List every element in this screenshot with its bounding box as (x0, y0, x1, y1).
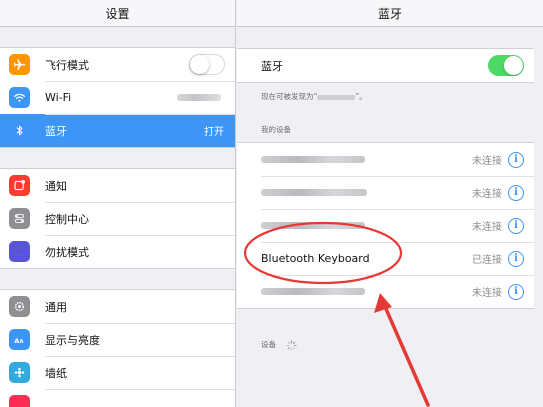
sidebar-item-do-not-disturb[interactable]: 勿扰模式 (0, 235, 235, 268)
svg-text:A: A (20, 339, 24, 345)
device-row[interactable]: 未连接 i (237, 143, 534, 176)
gear-icon (9, 296, 30, 317)
app-icon (9, 395, 30, 407)
info-icon[interactable]: i (508, 283, 524, 300)
devices-header: 设备 (237, 339, 543, 351)
moon-icon (9, 241, 30, 262)
sidebar-item-label: 勿扰模式 (45, 245, 89, 259)
sidebar-item-wallpaper[interactable]: 墙纸 (0, 356, 235, 389)
bluetooth-icon (9, 120, 30, 141)
my-devices-list: 未连接 i 未连接 i 未连接 i Bluetooth Keyboard 已连接… (237, 142, 534, 309)
sidebar-item-bluetooth[interactable]: 蓝牙 打开 (0, 114, 235, 147)
device-name-redacted (317, 94, 356, 100)
device-row[interactable]: 未连接 i (237, 275, 534, 308)
sidebar-item-label: 蓝牙 (45, 124, 67, 138)
detail-title: 蓝牙 (237, 0, 543, 27)
device-status: 未连接 (472, 156, 502, 167)
sidebar-group-general: 通用 AA 显示与亮度 墙纸 (0, 289, 235, 407)
bluetooth-toggle-group: 蓝牙 (237, 48, 534, 83)
notifications-icon (9, 175, 30, 196)
info-icon[interactable]: i (508, 217, 524, 234)
sidebar-item-airplane-mode[interactable]: 飞行模式 (0, 48, 235, 81)
display-brightness-icon: AA (9, 329, 30, 350)
sidebar-item-display-brightness[interactable]: AA 显示与亮度 (0, 323, 235, 356)
control-center-icon (9, 208, 30, 229)
device-status: 未连接 (472, 222, 502, 233)
info-icon[interactable]: i (508, 184, 524, 201)
svg-text:A: A (14, 337, 19, 345)
sidebar-item-partial[interactable] (0, 389, 235, 407)
info-icon[interactable]: i (508, 250, 524, 267)
wifi-icon (9, 87, 30, 108)
sidebar-item-label: 通知 (45, 179, 67, 193)
device-row[interactable]: 未连接 i (237, 209, 534, 242)
device-name: Bluetooth Keyboard (261, 252, 370, 265)
wallpaper-icon (9, 362, 30, 383)
device-status: 已连接 (472, 255, 502, 266)
loading-spinner-icon (286, 339, 298, 351)
bluetooth-detail-pane: 蓝牙 蓝牙 现在可被发现为“”。 我的设备 未连接 i 未连接 i 未连接 i … (237, 0, 543, 407)
sidebar-item-control-center[interactable]: 控制中心 (0, 202, 235, 235)
sidebar-item-general[interactable]: 通用 (0, 290, 235, 323)
sidebar-item-wifi[interactable]: Wi-Fi (0, 81, 235, 114)
bluetooth-switch[interactable] (488, 55, 524, 76)
bluetooth-status-value: 打开 (204, 127, 224, 138)
device-name-redacted (261, 189, 367, 196)
bluetooth-toggle-row: 蓝牙 (237, 49, 534, 82)
sidebar-item-notifications[interactable]: 通知 (0, 169, 235, 202)
my-devices-header: 我的设备 (261, 125, 291, 134)
device-row[interactable]: 未连接 i (237, 176, 534, 209)
sidebar-item-label: 飞行模式 (45, 58, 89, 72)
device-row-bluetooth-keyboard[interactable]: Bluetooth Keyboard 已连接 i (237, 242, 534, 275)
sidebar-group-connectivity: 飞行模式 Wi-Fi 蓝牙 打开 (0, 47, 235, 148)
sidebar-group-system: 通知 控制中心 勿扰模式 (0, 168, 235, 269)
airplane-mode-switch[interactable] (189, 54, 225, 75)
device-name-redacted (261, 156, 365, 163)
sidebar-item-label: 控制中心 (45, 212, 89, 226)
settings-sidebar: 设置 飞行模式 Wi-Fi 蓝牙 打开 通知 控制中心 勿扰模式 通用 A A … (0, 0, 236, 407)
sidebar-item-label: Wi-Fi (45, 91, 72, 104)
sidebar-item-label: 墙纸 (45, 366, 67, 380)
sidebar-item-label: 通用 (45, 300, 67, 314)
wifi-network-name-redacted (177, 94, 221, 101)
info-icon[interactable]: i (508, 151, 524, 168)
device-status: 未连接 (472, 189, 502, 200)
bluetooth-toggle-label: 蓝牙 (261, 59, 283, 73)
sidebar-title: 设置 (0, 0, 235, 27)
device-status: 未连接 (472, 288, 502, 299)
device-name-redacted (261, 222, 365, 229)
discoverable-note: 现在可被发现为“”。 (261, 92, 367, 101)
sidebar-item-label: 显示与亮度 (45, 333, 100, 347)
airplane-icon (9, 54, 30, 75)
device-name-redacted (261, 288, 365, 295)
